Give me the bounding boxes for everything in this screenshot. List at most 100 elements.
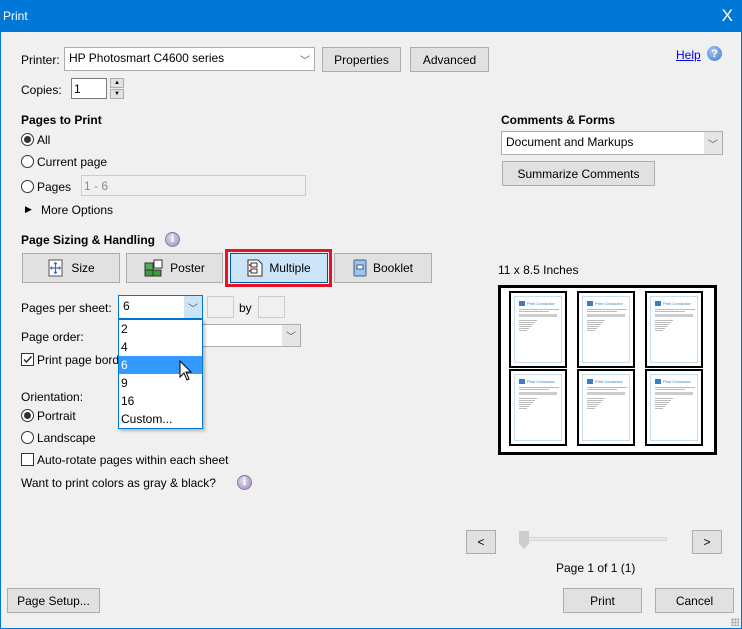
expand-triangle-icon[interactable]: ▶ — [25, 204, 32, 215]
thumb-title: Print Conductor — [527, 379, 555, 384]
print-button[interactable]: Print — [563, 588, 642, 613]
text-line — [655, 387, 695, 388]
text-line — [519, 330, 527, 331]
text-line — [587, 330, 595, 331]
info-icon[interactable]: i — [165, 232, 180, 247]
copies-value: 1 — [74, 82, 81, 96]
text-line — [655, 322, 671, 323]
preview-page-thumbnail: Print Conductor — [577, 291, 635, 368]
page-slider-track[interactable] — [525, 537, 667, 541]
text-line — [587, 324, 601, 325]
page-slider-thumb[interactable] — [519, 531, 529, 549]
columns-input[interactable] — [207, 296, 234, 318]
print-page-border-checkbox[interactable] — [21, 353, 34, 366]
radio-all[interactable] — [21, 133, 34, 146]
dropdown-option[interactable]: Custom... — [119, 410, 202, 428]
pages-range-value: 1 - 6 — [84, 179, 109, 193]
logo-icon — [519, 301, 525, 306]
thumb-title: Print Conductor — [595, 301, 623, 306]
print-dialog: Print X Printer: HP Photosmart C4600 ser… — [0, 0, 742, 629]
booklet-mode-button[interactable]: Booklet — [334, 253, 432, 283]
help-icon[interactable]: ? — [707, 46, 722, 61]
text-line — [655, 324, 669, 325]
dropdown-option[interactable]: 2 — [119, 320, 202, 338]
chevron-down-icon: ﹀ — [704, 132, 722, 154]
text-bar — [587, 314, 625, 317]
printer-select[interactable]: HP Photosmart C4600 series ﹀ — [64, 47, 315, 71]
text-line — [587, 389, 617, 390]
page-content: Print Conductor — [514, 374, 562, 441]
radio-landscape[interactable] — [21, 431, 34, 444]
window-title: Print — [3, 9, 28, 23]
text-line — [655, 309, 695, 310]
radio-pages[interactable] — [21, 180, 34, 193]
text-line — [655, 389, 685, 390]
radio-portrait[interactable] — [21, 409, 34, 422]
preview-page-thumbnail: Print Conductor — [577, 369, 635, 446]
copies-down-button[interactable]: ▼ — [110, 89, 124, 99]
more-options-link[interactable]: More Options — [41, 203, 113, 217]
advanced-button[interactable]: Advanced — [410, 47, 489, 72]
page-sizing-heading: Page Sizing & Handling — [21, 233, 156, 247]
radio-current-page[interactable] — [21, 155, 34, 168]
text-line — [587, 326, 599, 327]
page-setup-button[interactable]: Page Setup... — [7, 588, 100, 613]
close-button[interactable]: X — [722, 6, 733, 26]
radio-landscape-label: Landscape — [37, 431, 96, 445]
text-bar — [655, 392, 693, 395]
rows-input[interactable] — [258, 296, 285, 318]
properties-button[interactable]: Properties — [322, 47, 401, 72]
text-line — [587, 322, 603, 323]
copies-up-button[interactable]: ▲ — [110, 78, 124, 88]
preview-page-thumbnail: Print Conductor — [509, 291, 567, 368]
page-order-label: Page order: — [21, 330, 84, 344]
cancel-button[interactable]: Cancel — [655, 588, 734, 613]
text-line — [519, 387, 559, 388]
text-line — [655, 311, 685, 312]
auto-rotate-checkbox[interactable] — [21, 453, 34, 466]
poster-icon — [144, 259, 163, 277]
dropdown-option[interactable]: 4 — [119, 338, 202, 356]
gray-black-label: Want to print colors as gray & black? — [21, 476, 216, 490]
booklet-mode-label: Booklet — [372, 261, 414, 275]
text-line — [519, 402, 533, 403]
mouse-cursor-icon — [179, 360, 193, 381]
text-line — [519, 309, 559, 310]
text-line — [655, 400, 671, 401]
text-bar — [587, 392, 625, 395]
poster-mode-button[interactable]: Poster — [126, 253, 223, 283]
summarize-comments-button[interactable]: Summarize Comments — [502, 161, 655, 186]
help-link[interactable]: Help — [676, 48, 701, 62]
title-bar: Print X — [1, 1, 741, 32]
size-mode-button[interactable]: Size — [22, 253, 120, 283]
page-content: Print Conductor — [582, 374, 630, 441]
text-line — [587, 404, 599, 405]
preview-page-thumbnail: Print Conductor — [509, 369, 567, 446]
pages-per-sheet-value: 6 — [123, 299, 130, 313]
text-line — [655, 320, 673, 321]
orientation-heading: Orientation: — [21, 390, 84, 404]
text-line — [587, 406, 597, 407]
previous-page-button[interactable]: < — [466, 530, 496, 554]
text-line — [587, 400, 603, 401]
next-page-button[interactable]: > — [692, 530, 722, 554]
chevron-down-icon: ﹀ — [296, 48, 314, 70]
radio-portrait-label: Portrait — [37, 409, 76, 423]
pages-range-input[interactable]: 1 - 6 — [81, 175, 306, 196]
page-content: Print Conductor — [650, 296, 698, 363]
text-bar — [519, 392, 557, 395]
dropdown-option[interactable]: 16 — [119, 392, 202, 410]
page-content: Print Conductor — [514, 296, 562, 363]
pages-per-sheet-select[interactable]: 6 ﹀ — [118, 295, 203, 319]
text-line — [519, 398, 537, 399]
resize-grip[interactable] — [731, 618, 739, 626]
text-line — [519, 389, 549, 390]
logo-icon — [655, 301, 661, 306]
info-icon[interactable]: i — [237, 475, 252, 490]
comments-forms-select[interactable]: Document and Markups ﹀ — [501, 131, 723, 155]
chevron-down-icon: ﹀ — [282, 325, 300, 346]
booklet-icon — [353, 259, 367, 277]
size-mode-label: Size — [71, 261, 95, 275]
copies-input[interactable]: 1 — [71, 78, 107, 99]
text-line — [587, 398, 605, 399]
